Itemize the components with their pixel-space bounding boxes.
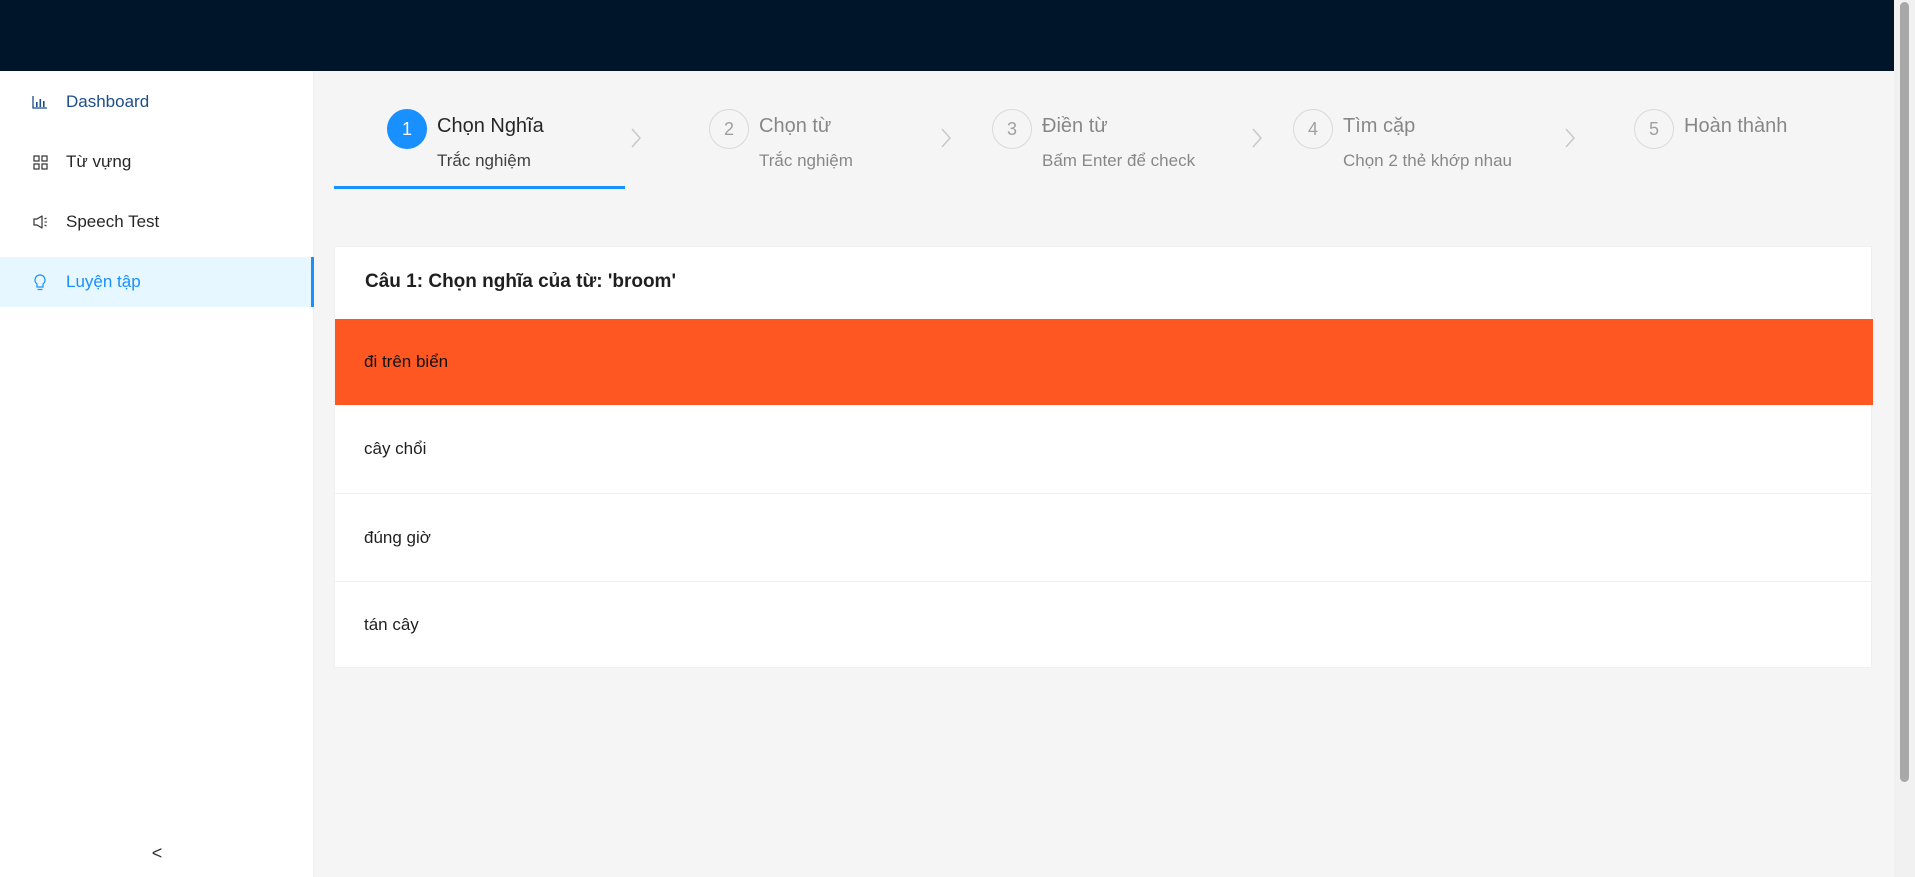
sidebar: Dashboard Từ vựng Speech Test Luyện tập … [0,71,314,877]
sidebar-item-label: Speech Test [66,212,160,231]
bulb-icon [30,272,50,292]
step-description: Trắc nghiệm [759,151,853,170]
step-number: 1 [387,109,427,149]
answer-option-label: tán cây [364,615,419,634]
sidebar-item-vocabulary[interactable]: Từ vựng [0,137,314,187]
answer-option[interactable]: đi trên biển [335,319,1873,405]
scrollbar-thumb[interactable] [1900,2,1909,782]
step-number: 2 [709,109,749,149]
step-title: Hoàn thành [1684,115,1788,137]
chevron-left-icon: < [151,842,163,863]
step-number: 5 [1634,109,1674,149]
step-description: Bấm Enter để check [1042,151,1196,170]
step-title: Chọn Nghĩa [437,115,544,137]
sidebar-item-label: Từ vựng [66,152,132,171]
step-2: 2 Chọn từ Trắc nghiệm [709,109,929,189]
collapse-sidebar-button[interactable]: < [0,829,314,877]
question-text: Câu 1: Chọn nghĩa của từ: 'broom' [365,271,676,292]
answer-option-label: đi trên biển [364,352,449,371]
chevron-right-icon [1252,128,1263,148]
steps-bar: 1 Chọn Nghĩa Trắc nghiệm 2 Chọn từ Trắc … [334,95,1874,195]
answer-option-label: cây chổi [364,439,427,458]
step-5: 5 Hoàn thành [1634,109,1834,189]
chevron-right-icon [631,128,642,148]
answer-option-label: đúng giờ [364,527,431,547]
chevron-right-icon [1565,128,1576,148]
step-number: 3 [992,109,1032,149]
step-description: Trắc nghiệm [437,151,531,170]
answer-option[interactable]: đúng giờ [335,493,1873,581]
page-scrollbar[interactable] [1894,0,1915,877]
step-1: 1 Chọn Nghĩa Trắc nghiệm [387,109,627,189]
sound-icon [30,212,50,232]
step-3: 3 Điền từ Bấm Enter để check [992,109,1252,189]
sidebar-item-dashboard[interactable]: Dashboard [0,77,314,127]
step-number: 4 [1293,109,1333,149]
step-title: Tìm cặp [1343,115,1416,137]
bar-chart-icon [30,92,50,112]
step-4: 4 Tìm cặp Chọn 2 thẻ khớp nhau [1293,109,1563,189]
current-step-indicator [334,186,625,189]
step-title: Điền từ [1042,115,1108,137]
quiz-card: Câu 1: Chọn nghĩa của từ: 'broom' đi trê… [334,246,1873,668]
top-header-bar [0,0,1894,71]
sidebar-item-label: Luyện tập [66,272,141,291]
grid-icon [30,152,50,172]
step-title: Chọn từ [759,115,832,137]
sidebar-item-speech-test[interactable]: Speech Test [0,197,314,247]
answer-option[interactable]: cây chổi [335,405,1873,493]
chevron-right-icon [941,128,952,148]
sidebar-item-label: Dashboard [66,92,150,111]
answer-option[interactable]: tán cây [335,581,1873,668]
sidebar-item-practice[interactable]: Luyện tập [0,257,314,307]
step-description: Chọn 2 thẻ khớp nhau [1343,151,1512,170]
